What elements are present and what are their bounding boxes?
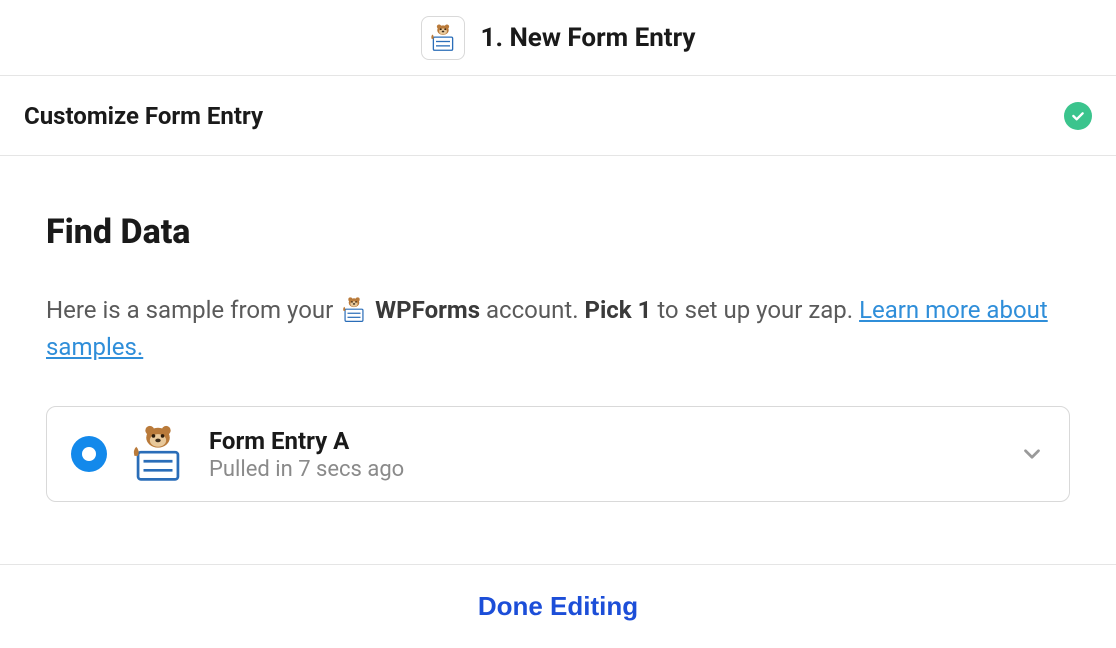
- step-header: 1. New Form Entry: [0, 0, 1116, 76]
- sample-card[interactable]: Form Entry A Pulled in 7 secs ago: [46, 406, 1070, 502]
- app-icon-box: [421, 16, 465, 60]
- customize-title: Customize Form Entry: [24, 102, 263, 130]
- find-data-heading: Find Data: [46, 212, 1070, 252]
- customize-row[interactable]: Customize Form Entry: [0, 76, 1116, 156]
- instruction-text: Here is a sample from your WPForms accou…: [46, 292, 1070, 366]
- find-data-section: Find Data Here is a sample from your WPF…: [0, 156, 1116, 526]
- app-name: WPForms: [375, 296, 480, 324]
- wpforms-card-icon: [129, 425, 187, 483]
- radio-selected-icon[interactable]: [71, 436, 107, 472]
- sample-text: Form Entry A Pulled in 7 secs ago: [209, 427, 997, 482]
- wpforms-inline-icon: [341, 297, 367, 323]
- footer-bar: Done Editing: [0, 564, 1116, 648]
- complete-check-icon: [1064, 102, 1092, 130]
- pick-label: Pick 1: [584, 296, 651, 324]
- instruction-suffix: to set up your zap.: [651, 296, 859, 324]
- instruction-mid: account.: [480, 296, 584, 324]
- instruction-prefix: Here is a sample from your: [46, 296, 339, 324]
- sample-subtitle: Pulled in 7 secs ago: [209, 457, 997, 482]
- wpforms-icon: [429, 24, 457, 52]
- done-editing-button[interactable]: Done Editing: [478, 591, 638, 622]
- chevron-down-icon: [1019, 441, 1045, 467]
- step-title: 1. New Form Entry: [481, 23, 696, 53]
- sample-title: Form Entry A: [209, 427, 997, 455]
